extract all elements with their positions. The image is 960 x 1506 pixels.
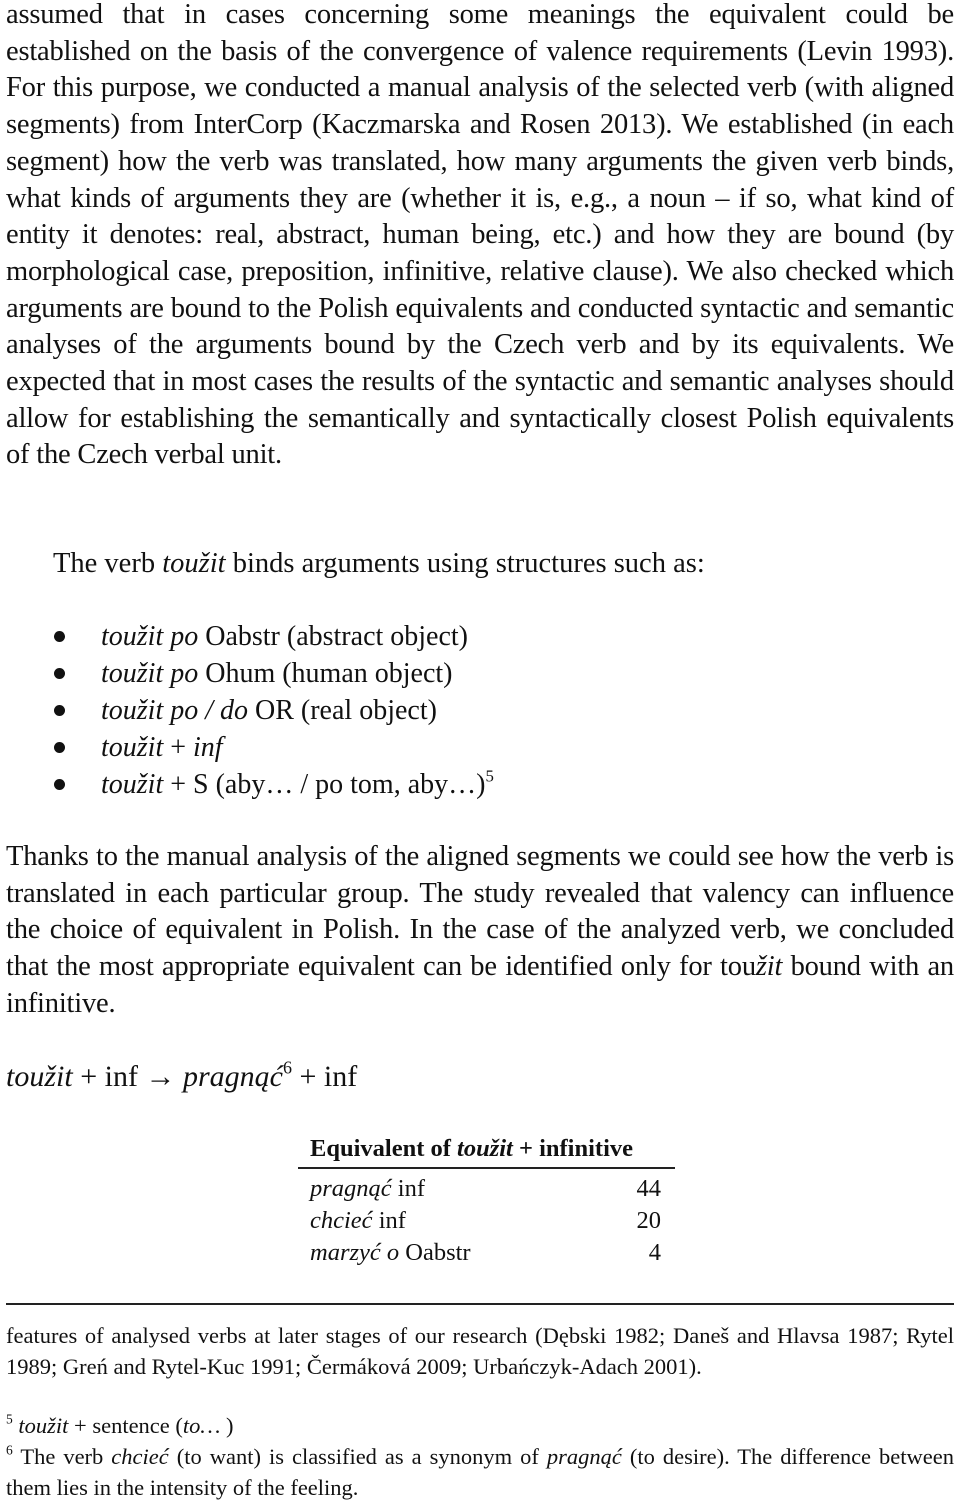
results-verb-italic: žit	[755, 951, 783, 983]
footnote-continuation: features of analysed verbs at later stag…	[6, 1323, 954, 1379]
footnote-ref-6[interactable]: 6	[283, 1057, 292, 1077]
footnote-number: 6	[6, 1442, 13, 1458]
equivalent-count: 4	[648, 1239, 661, 1266]
arrow-right-icon: →	[145, 1060, 176, 1093]
equivalent-complement: inf	[372, 1207, 406, 1234]
list-item: toužit po Oabstr (abstract object)	[6, 618, 494, 655]
structure-verb: toužit po / do	[101, 695, 249, 726]
body-paragraph-methods: assumed that in cases concerning some me…	[6, 0, 954, 471]
structure-desc: Oabstr (abstract object)	[198, 621, 469, 652]
structure-desc: OR (real object)	[248, 695, 437, 726]
structure-desc: +	[163, 732, 194, 763]
structures-intro: The verb toužit binds arguments using st…	[53, 546, 705, 582]
equivalent-verb: marzyć o	[310, 1239, 400, 1266]
list-item: toužit po Ohum (human object)	[6, 655, 494, 692]
footnote-6: 6 The verb chcieć (to want) is classifie…	[6, 1441, 954, 1503]
footnote-verb-2: pragnąć	[546, 1444, 622, 1469]
formula-source-verb: toužit	[6, 1060, 73, 1093]
equivalents-table: Equivalent of toužit + infinitive pragną…	[298, 1133, 675, 1269]
bullet-icon	[54, 668, 65, 679]
footnote-number: 5	[6, 1411, 13, 1427]
body-paragraph-results: Thanks to the manual analysis of the ali…	[6, 839, 954, 1023]
header-verb: toužit	[457, 1135, 513, 1162]
equivalent-count: 20	[636, 1207, 662, 1234]
formula-source-rest: + inf	[72, 1060, 146, 1093]
intro-text-after: binds arguments using structures such as…	[225, 548, 705, 579]
bullet-icon	[54, 705, 65, 716]
bullet-icon	[54, 631, 65, 642]
table-header-row: Equivalent of toužit + infinitive	[298, 1133, 675, 1169]
footnote-italic: to…	[182, 1413, 221, 1438]
structures-list: toužit po Oabstr (abstract object) touži…	[6, 618, 494, 803]
structure-verb: toužit	[101, 732, 164, 763]
intro-text-before: The verb	[53, 548, 163, 579]
footnote-divider	[6, 1303, 954, 1305]
footnote-verb: chcieć	[111, 1444, 169, 1469]
structure-verb: toužit po	[101, 658, 199, 689]
footnote-text-end: )	[220, 1413, 234, 1438]
table-row: chcieć inf 20	[298, 1205, 675, 1237]
equivalent-complement: inf	[391, 1175, 426, 1202]
footnote-text: + sentence (	[68, 1413, 183, 1438]
equivalent-label: chcieć inf	[298, 1205, 606, 1237]
list-item: toužit + S (aby… / po tom, aby…)5	[6, 766, 494, 803]
list-item: toužit + inf	[6, 729, 494, 766]
footnote-verb: toužit	[18, 1413, 69, 1438]
header-text: Equivalent of	[310, 1135, 458, 1162]
formula-target-verb: pragnąć	[175, 1060, 283, 1093]
footnote-text: The verb	[12, 1444, 112, 1469]
structure-verb: toužit	[101, 769, 164, 800]
equivalent-label: marzyć o Oabstr	[298, 1237, 606, 1269]
table-row: pragnąć inf 44	[298, 1168, 675, 1205]
structure-desc: Ohum (human object)	[198, 658, 453, 689]
equivalent-count: 44	[636, 1175, 662, 1202]
footnote-5: 5 toužit + sentence (to… )	[6, 1410, 954, 1441]
structure-verb: toužit po	[101, 621, 199, 652]
formula-target-rest: + inf	[291, 1060, 358, 1093]
footnote-text-middle: (to want) is classified as a synonym of	[168, 1444, 547, 1469]
footnote-ref-5[interactable]: 5	[485, 766, 493, 785]
equivalent-verb: pragnąć	[310, 1175, 392, 1202]
equivalent-verb: chcieć	[310, 1207, 373, 1234]
equivalence-formula: toužit + inf → pragnąć6 + inf	[6, 1057, 358, 1095]
header-text-end: + infinitive	[512, 1135, 634, 1162]
intro-verb: toužit	[162, 548, 226, 579]
structure-inf: inf	[193, 732, 223, 763]
list-item: toužit po / do OR (real object)	[6, 692, 494, 729]
equivalent-complement: Oabstr	[399, 1239, 471, 1266]
bullet-icon	[54, 742, 65, 753]
table-row: marzyć o Oabstr 4	[298, 1237, 675, 1269]
structure-desc: + S (aby… / po tom, aby…)	[163, 769, 486, 800]
bullet-icon	[54, 779, 65, 790]
table-header: Equivalent of toužit + infinitive	[298, 1133, 675, 1169]
equivalent-label: pragnąć inf	[298, 1168, 606, 1205]
